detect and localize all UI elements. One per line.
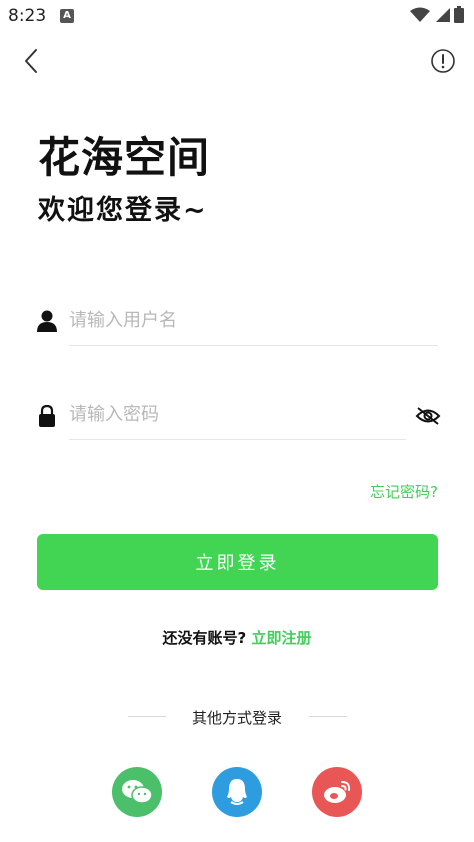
status-icons (410, 6, 464, 23)
wechat-login-button[interactable] (112, 767, 162, 817)
notification-icon: A (60, 9, 74, 23)
register-prompt-line: 还没有账号? 立即注册 (0, 627, 474, 648)
eye-off-icon[interactable] (414, 402, 442, 430)
welcome-heading: 欢迎您登录~ (38, 195, 208, 226)
lock-icon (37, 403, 57, 429)
divider-right (309, 716, 347, 717)
chevron-left-icon (25, 49, 37, 73)
signal-icon (436, 7, 450, 22)
password-field (69, 390, 406, 440)
login-button[interactable]: 立即登录 (37, 534, 438, 590)
password-input[interactable] (69, 390, 406, 439)
back-button[interactable] (16, 46, 46, 76)
forgot-password-link[interactable]: 忘记密码? (370, 481, 438, 502)
register-prompt: 还没有账号? (162, 629, 247, 647)
app-title: 花海空间 (38, 133, 211, 182)
username-field (69, 296, 438, 346)
battery-icon (454, 6, 464, 23)
info-circle-icon (431, 49, 455, 73)
other-login-label: 其他方式登录 (191, 709, 282, 727)
username-input[interactable] (69, 296, 438, 345)
qq-icon (227, 779, 247, 805)
weibo-login-button[interactable] (312, 767, 362, 817)
qq-login-button[interactable] (212, 767, 262, 817)
info-button[interactable] (428, 46, 458, 76)
user-icon (36, 308, 58, 334)
wechat-icon (122, 780, 153, 804)
register-link[interactable]: 立即注册 (251, 629, 311, 647)
status-time: 8:23 (8, 6, 47, 26)
wifi-icon (410, 7, 430, 22)
weibo-icon (324, 781, 351, 803)
status-bar: 8:23 A (0, 0, 474, 32)
